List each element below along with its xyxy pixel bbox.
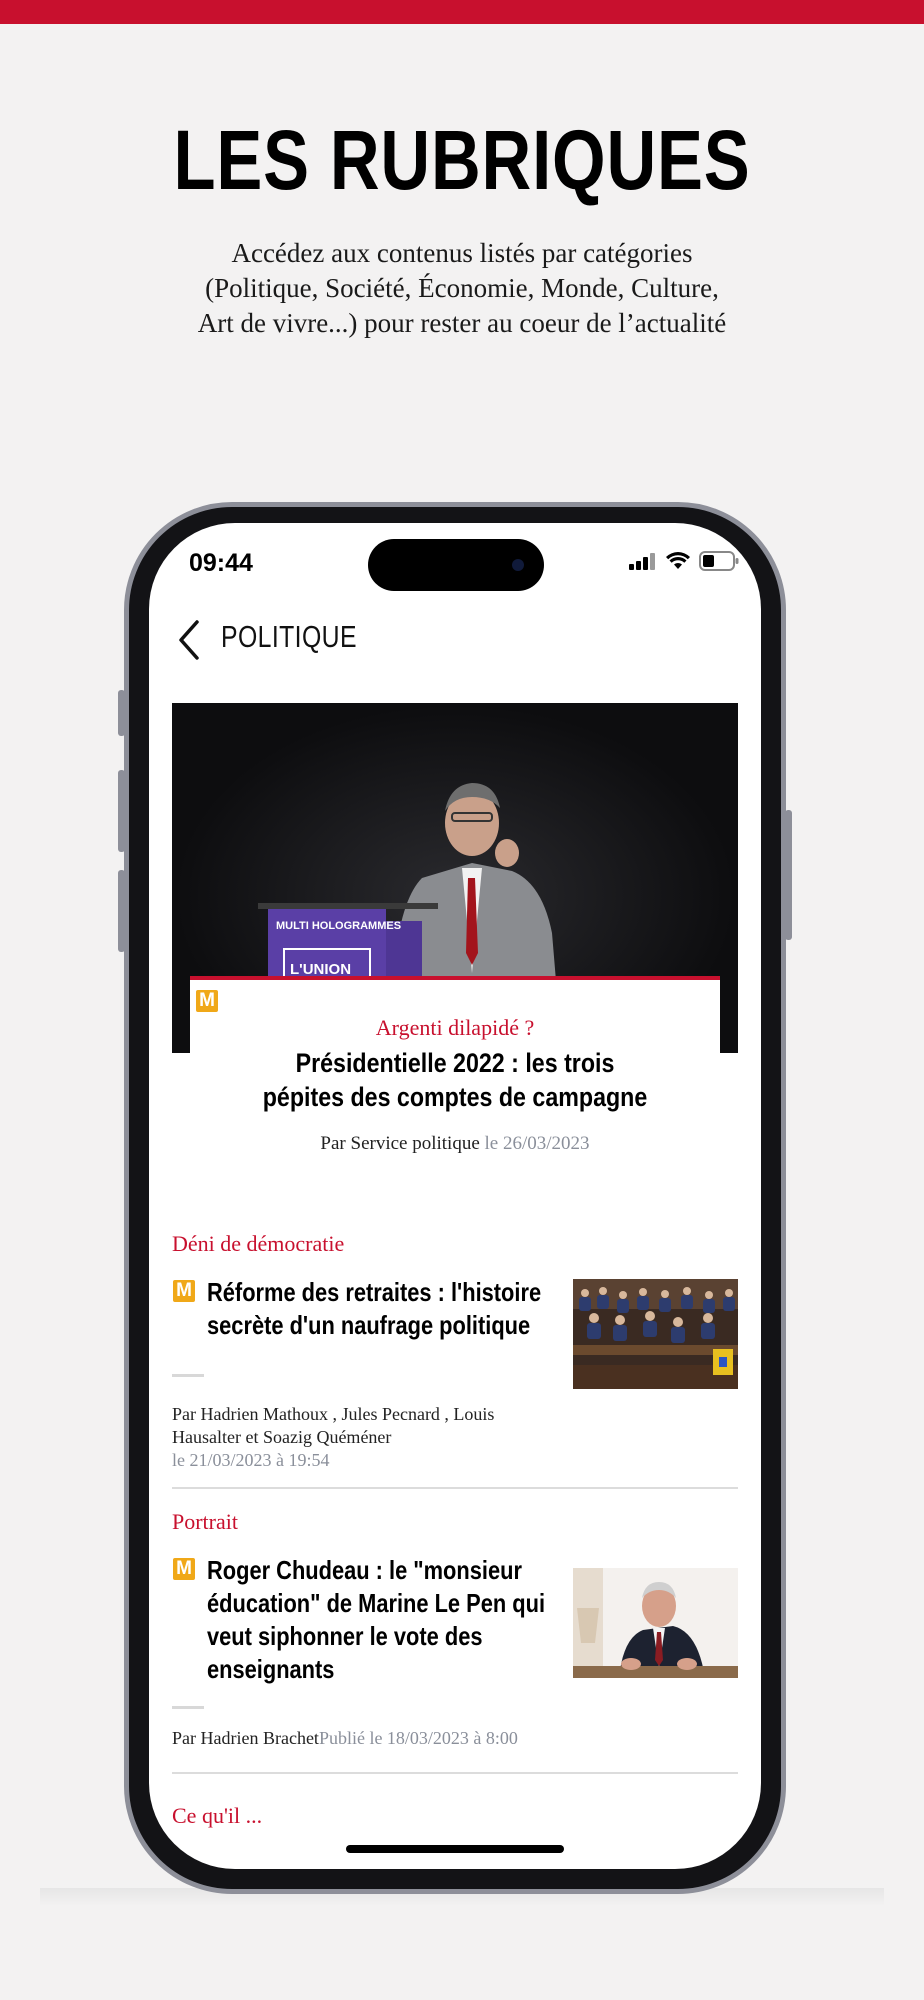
portrait-photo-illustration [573, 1568, 738, 1678]
battery-icon [699, 551, 739, 571]
article-divider [172, 1772, 738, 1774]
article-title[interactable]: M Roger Chudeau : le "monsieur éducation… [173, 1554, 563, 1686]
article-title-line: éducation" de Marine Le Pen qui [207, 1588, 546, 1618]
camera-icon [512, 559, 524, 571]
phone-mute-switch [118, 690, 125, 736]
article-byline: Par Hadrien Mathoux , Jules Pecnard , Lo… [172, 1403, 592, 1472]
article-title-line: Roger Chudeau : le "monsieur [207, 1555, 522, 1585]
article-author-line: Hausalter et Soazig Quéméner [172, 1427, 392, 1447]
promo-subtitle-line: (Politique, Société, Économie, Monde, Cu… [205, 273, 719, 303]
m-badge-icon: M [196, 990, 218, 1012]
lead-article-card[interactable]: M Argenti dilapidé ? Présidentielle 2022… [190, 976, 720, 1140]
status-time: 09:44 [189, 549, 253, 577]
home-indicator[interactable] [346, 1845, 564, 1853]
page-title: POLITIQUE [221, 619, 357, 654]
podium-text-top: MULTI HOLOGRAMMES [276, 920, 401, 932]
article-author: Par Hadrien Brachet [172, 1728, 319, 1748]
article-section-label[interactable]: Déni de démocratie [172, 1231, 344, 1257]
phone-power-button [785, 810, 792, 940]
article-title-line: secrète d'un naufrage politique [207, 1310, 531, 1340]
top-accent-bar [0, 0, 924, 24]
promo-subtitle: Accédez aux contenus listés par catégori… [120, 236, 804, 341]
promo-subtitle-line: Accédez aux contenus listés par catégori… [231, 238, 693, 268]
article-divider [172, 1487, 738, 1489]
article-thumbnail[interactable] [573, 1568, 738, 1678]
wifi-icon [666, 552, 690, 569]
lead-kicker: Argenti dilapidé ? [375, 1015, 535, 1040]
lead-title-line: pépites des comptes de campagne [262, 1082, 648, 1112]
lead-title-line: Présidentielle 2022 : les trois [295, 1048, 615, 1078]
m-badge-icon: M [173, 1280, 195, 1302]
phone-screen: 09:44 POLITIQUE MULTI HOLOGRAMMES L'UNIO… [149, 523, 761, 1869]
article-title-line: veut siphonner le vote des [207, 1621, 483, 1651]
dynamic-island [368, 539, 544, 591]
m-badge-icon: M [173, 1558, 195, 1580]
promo-subtitle-line: Art de vivre...) pour rester au coeur de… [197, 308, 727, 338]
phone-volume-up-button [118, 770, 125, 852]
back-chevron-icon[interactable] [175, 618, 205, 662]
lead-date: le 26/03/2023 [484, 1133, 590, 1154]
cellular-signal-icon [629, 553, 655, 570]
article-date: Publié le 18/03/2023 à 8:00 [318, 1728, 518, 1748]
promo-title: LES RUBRIQUES [173, 113, 751, 207]
article-title[interactable]: M Réforme des retraites : l'histoire sec… [173, 1276, 563, 1342]
article-author-line: Par Hadrien Mathoux , Jules Pecnard , Lo… [172, 1404, 495, 1424]
lead-title[interactable]: Présidentielle 2022 : les trois pépites … [244, 1046, 665, 1114]
separator-dash [172, 1706, 204, 1709]
separator-dash [172, 1374, 204, 1377]
article-byline: Par Hadrien BrachetPublié le 18/03/2023 … [172, 1727, 732, 1750]
article-section-label[interactable]: Portrait [172, 1509, 238, 1535]
article-thumbnail[interactable] [573, 1279, 738, 1389]
article-title-line: Réforme des retraites : l'histoire [207, 1277, 542, 1307]
article-title-line: enseignants [207, 1654, 335, 1684]
next-section-label-partial[interactable]: Ce qu'il ... [172, 1803, 262, 1829]
lead-author: Par Service politique [320, 1133, 480, 1154]
status-icons [629, 551, 739, 571]
lead-byline: Par Service politique le 26/03/2023 [149, 1133, 761, 1155]
article-date: le 21/03/2023 à 19:54 [172, 1450, 330, 1470]
assembly-photo-illustration [573, 1279, 738, 1389]
phone-volume-down-button [118, 870, 125, 952]
